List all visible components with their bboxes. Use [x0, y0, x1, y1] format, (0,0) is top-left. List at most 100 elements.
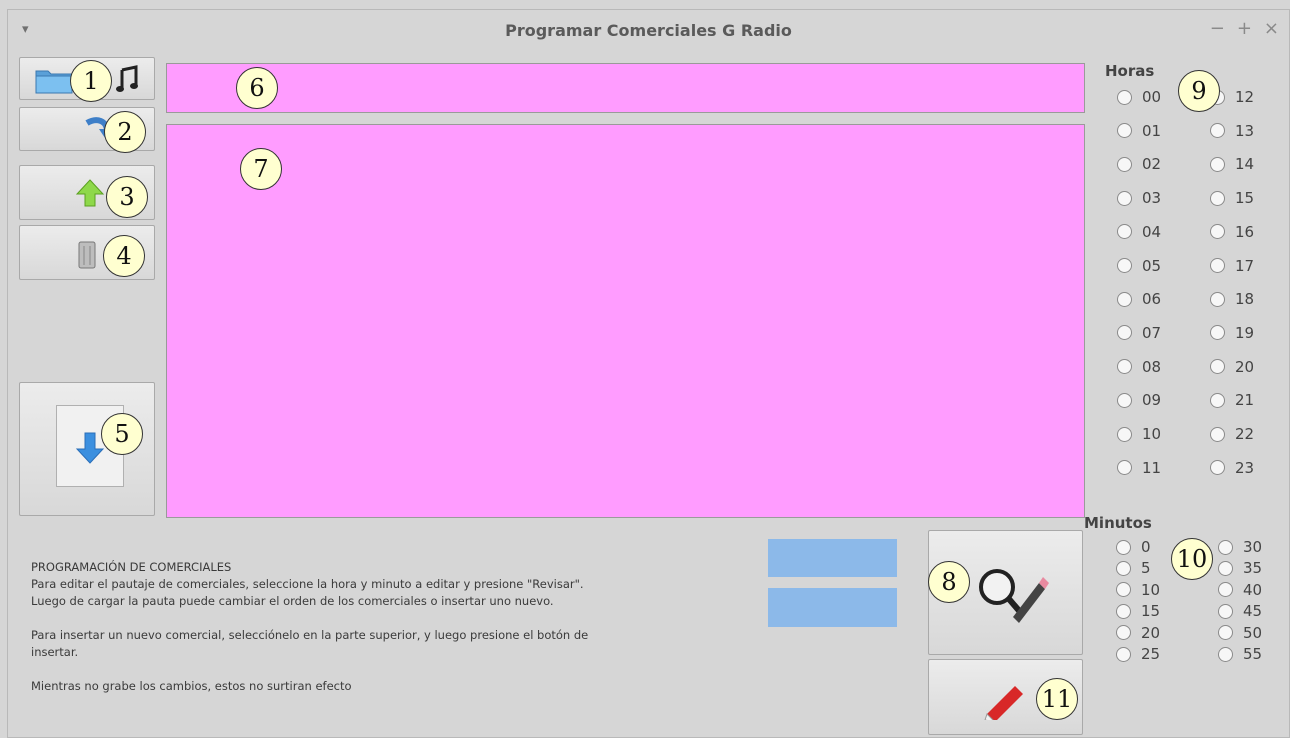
radio-button[interactable]: [1210, 258, 1225, 273]
minute-option[interactable]: 50: [1218, 624, 1262, 642]
hour-option[interactable]: 23: [1210, 459, 1254, 477]
commercials-list[interactable]: [166, 124, 1085, 518]
minute-option[interactable]: 55: [1218, 645, 1262, 663]
radio-button[interactable]: [1116, 582, 1131, 598]
minute-option[interactable]: 5: [1116, 559, 1151, 577]
hour-label: 04: [1142, 222, 1162, 241]
hour-label: 07: [1142, 323, 1162, 342]
minute-option[interactable]: 10: [1116, 581, 1160, 599]
hour-label: 01: [1142, 121, 1162, 140]
radio-button[interactable]: [1117, 156, 1132, 172]
radio-button[interactable]: [1218, 625, 1233, 641]
radio-button[interactable]: [1116, 539, 1131, 555]
radio-button[interactable]: [1218, 539, 1233, 555]
radio-button[interactable]: [1210, 291, 1225, 307]
window-controls: − + ×: [1210, 18, 1279, 39]
help-paragraph-3: Mientras no grabe los cambios, estos no …: [31, 679, 352, 693]
radio-button[interactable]: [1117, 190, 1132, 206]
radio-button[interactable]: [1116, 603, 1131, 619]
minute-option[interactable]: 40: [1218, 581, 1262, 599]
hour-option[interactable]: 22: [1210, 425, 1254, 443]
titlebar: ▾ Programar Comerciales G Radio − + ×: [8, 10, 1289, 50]
radio-button[interactable]: [1210, 426, 1225, 442]
hour-option[interactable]: 09: [1117, 391, 1161, 409]
radio-button[interactable]: [1210, 190, 1225, 206]
minute-option[interactable]: 20: [1116, 624, 1160, 642]
hour-option[interactable]: 13: [1210, 122, 1254, 140]
radio-button[interactable]: [1210, 460, 1225, 476]
minute-label: 30: [1243, 538, 1263, 556]
hour-option[interactable]: 18: [1210, 290, 1254, 308]
hour-option[interactable]: 04: [1117, 223, 1161, 241]
hour-option[interactable]: 01: [1117, 122, 1161, 140]
radio-button[interactable]: [1116, 646, 1131, 662]
radio-button[interactable]: [1210, 156, 1225, 172]
radio-button[interactable]: [1210, 359, 1225, 375]
hour-option[interactable]: 21: [1210, 391, 1254, 409]
hour-option[interactable]: 19: [1210, 324, 1254, 342]
hour-option[interactable]: 16: [1210, 223, 1254, 241]
hour-option[interactable]: 10: [1117, 425, 1161, 443]
close-button[interactable]: ×: [1264, 18, 1279, 39]
radio-button[interactable]: [1210, 123, 1225, 139]
radio-button[interactable]: [1210, 325, 1225, 341]
radio-button[interactable]: [1116, 625, 1131, 641]
hour-label: 12: [1235, 88, 1255, 106]
radio-button[interactable]: [1117, 291, 1132, 307]
hour-option[interactable]: 15: [1210, 189, 1254, 207]
minute-label: 20: [1141, 623, 1161, 642]
minute-label: 50: [1243, 623, 1263, 642]
radio-button[interactable]: [1218, 560, 1233, 576]
minute-option[interactable]: 15: [1116, 602, 1160, 620]
radio-button[interactable]: [1117, 325, 1132, 341]
minute-option[interactable]: 30: [1218, 538, 1262, 556]
radio-button[interactable]: [1210, 224, 1225, 240]
hour-option[interactable]: 14: [1210, 155, 1254, 173]
hour-label: 18: [1235, 290, 1255, 309]
hour-label: 08: [1142, 357, 1162, 376]
radio-button[interactable]: [1117, 224, 1132, 240]
callout-6: 6: [236, 67, 278, 109]
radio-button[interactable]: [1117, 426, 1132, 442]
hour-option[interactable]: 20: [1210, 358, 1254, 376]
hour-option[interactable]: 07: [1117, 324, 1161, 342]
radio-button[interactable]: [1218, 603, 1233, 619]
radio-button[interactable]: [1218, 582, 1233, 598]
minute-option[interactable]: 45: [1218, 602, 1262, 620]
hour-label: 05: [1142, 256, 1162, 275]
hour-option[interactable]: 17: [1210, 257, 1254, 275]
radio-button[interactable]: [1116, 560, 1131, 576]
hour-label: 16: [1235, 222, 1255, 241]
hour-option[interactable]: 08: [1117, 358, 1161, 376]
trash-icon: [78, 241, 96, 269]
window-menu-icon[interactable]: ▾: [22, 22, 29, 37]
callout-9: 9: [1178, 70, 1220, 112]
minute-option[interactable]: 35: [1218, 559, 1262, 577]
hour-option[interactable]: 06: [1117, 290, 1161, 308]
radio-button[interactable]: [1117, 392, 1132, 408]
radio-button[interactable]: [1117, 460, 1132, 476]
hour-label: 20: [1235, 357, 1255, 376]
minute-option[interactable]: 25: [1116, 645, 1160, 663]
maximize-button[interactable]: +: [1237, 18, 1252, 39]
minute-option[interactable]: 0: [1116, 538, 1151, 556]
callout-1: 1: [70, 60, 112, 102]
status-box-bottom: [768, 588, 897, 627]
minimize-button[interactable]: −: [1210, 18, 1225, 39]
hour-option[interactable]: 11: [1117, 459, 1161, 477]
hour-label: 23: [1235, 458, 1255, 477]
hour-label: 02: [1142, 155, 1162, 174]
hour-option[interactable]: 00: [1117, 88, 1161, 106]
radio-button[interactable]: [1117, 359, 1132, 375]
help-paragraph-1: Para editar el pautaje de comerciales, s…: [31, 577, 584, 608]
hour-option[interactable]: 03: [1117, 189, 1161, 207]
hour-option[interactable]: 02: [1117, 155, 1161, 173]
radio-button[interactable]: [1117, 89, 1132, 105]
radio-button[interactable]: [1218, 646, 1233, 662]
radio-button[interactable]: [1117, 123, 1132, 139]
selected-commercial-field[interactable]: [166, 63, 1085, 113]
radio-button[interactable]: [1210, 392, 1225, 408]
hour-label: 21: [1235, 391, 1255, 410]
hour-option[interactable]: 05: [1117, 257, 1161, 275]
radio-button[interactable]: [1117, 258, 1132, 273]
